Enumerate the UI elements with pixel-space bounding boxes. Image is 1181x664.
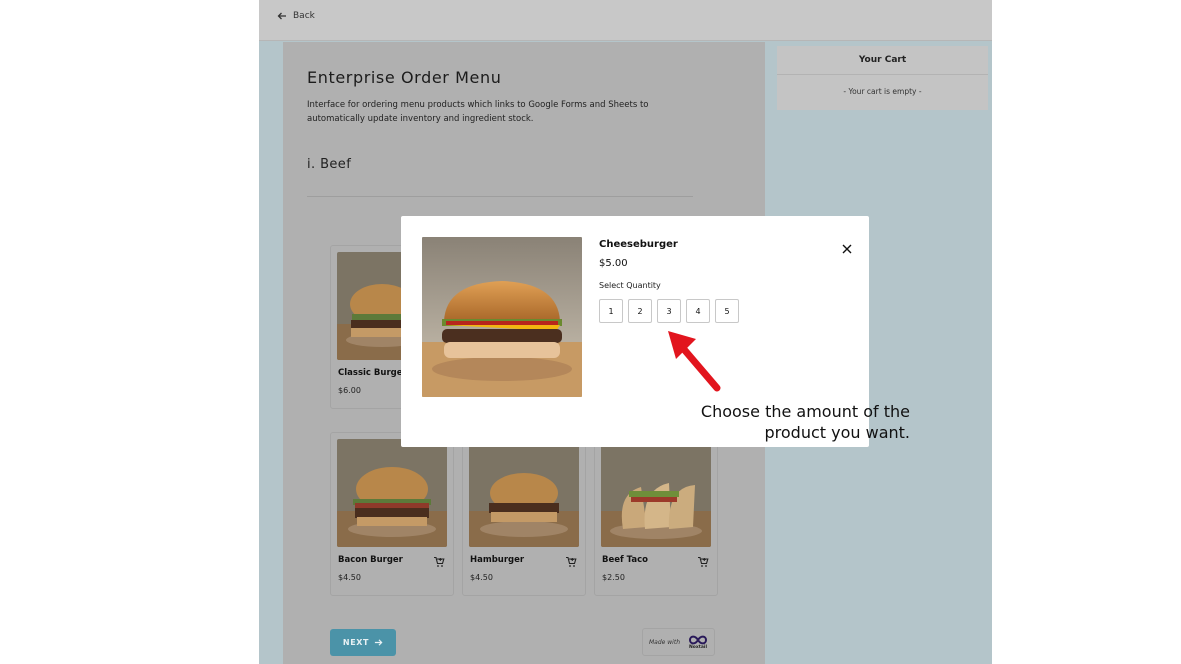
brand-logo: Noxtail — [688, 635, 708, 650]
next-button[interactable]: NEXT — [330, 629, 396, 656]
cart-divider — [777, 74, 988, 75]
quantity-option-1[interactable]: 1 — [599, 299, 623, 323]
annotation-line-2: product you want. — [764, 423, 911, 442]
add-to-cart-icon[interactable] — [697, 553, 709, 567]
annotation-line-1: Choose the amount of the — [700, 402, 910, 421]
product-price: $4.50 — [470, 573, 493, 582]
quantity-option-2[interactable]: 2 — [628, 299, 652, 323]
product-image — [469, 439, 579, 547]
product-name: Classic Burge — [338, 368, 403, 378]
infinity-logo-icon — [688, 635, 708, 644]
made-with-badge[interactable]: Made with Noxtail — [642, 628, 715, 656]
back-button[interactable]: Back — [277, 11, 315, 21]
add-to-cart-icon[interactable] — [565, 553, 577, 567]
close-button[interactable] — [841, 240, 853, 254]
cart-panel: Your Cart - Your cart is empty - — [777, 46, 988, 110]
brand-name: Noxtail — [688, 644, 708, 650]
section-title: i. Beef — [307, 157, 352, 172]
back-label: Back — [293, 11, 315, 21]
quantity-option-5[interactable]: 5 — [715, 299, 739, 323]
product-name: Hamburger — [470, 555, 525, 565]
modal-product-price: $5.00 — [599, 258, 628, 269]
annotation-text: Choose the amount of the product you wan… — [660, 401, 910, 443]
product-image — [337, 439, 447, 547]
next-label: NEXT — [342, 638, 370, 647]
made-with-label: Made with — [649, 638, 680, 646]
add-to-cart-icon[interactable] — [433, 553, 445, 567]
product-name: Bacon Burger — [338, 555, 403, 565]
product-price: $4.50 — [338, 573, 361, 582]
cart-title: Your Cart — [858, 55, 907, 65]
close-icon — [842, 244, 852, 254]
arrow-right-icon — [374, 639, 383, 646]
top-bar: Back — [259, 0, 992, 41]
product-price: $6.00 — [338, 386, 361, 395]
section-divider — [307, 196, 693, 197]
cart-empty-text: - Your cart is empty - — [843, 87, 922, 96]
quantity-option-3[interactable]: 3 — [657, 299, 681, 323]
page-title: Enterprise Order Menu — [307, 68, 502, 87]
product-card-hamburger[interactable]: Hamburger $4.50 — [462, 432, 586, 596]
product-image — [601, 439, 711, 547]
quantity-option-4[interactable]: 4 — [686, 299, 710, 323]
page-description: Interface for ordering menu products whi… — [307, 100, 649, 124]
arrow-left-icon — [277, 12, 286, 20]
modal-product-name: Cheeseburger — [599, 239, 678, 250]
product-card-beef-taco[interactable]: Beef Taco $2.50 — [594, 432, 718, 596]
product-card-bacon-burger[interactable]: Bacon Burger $4.50 — [330, 432, 454, 596]
product-name: Beef Taco — [602, 555, 648, 565]
annotation-arrow-icon — [668, 331, 721, 392]
select-quantity-label: Select Quantity — [599, 281, 661, 290]
quantity-options: 1 2 3 4 5 — [599, 299, 739, 323]
modal-product-image — [422, 237, 582, 397]
product-price: $2.50 — [602, 573, 625, 582]
